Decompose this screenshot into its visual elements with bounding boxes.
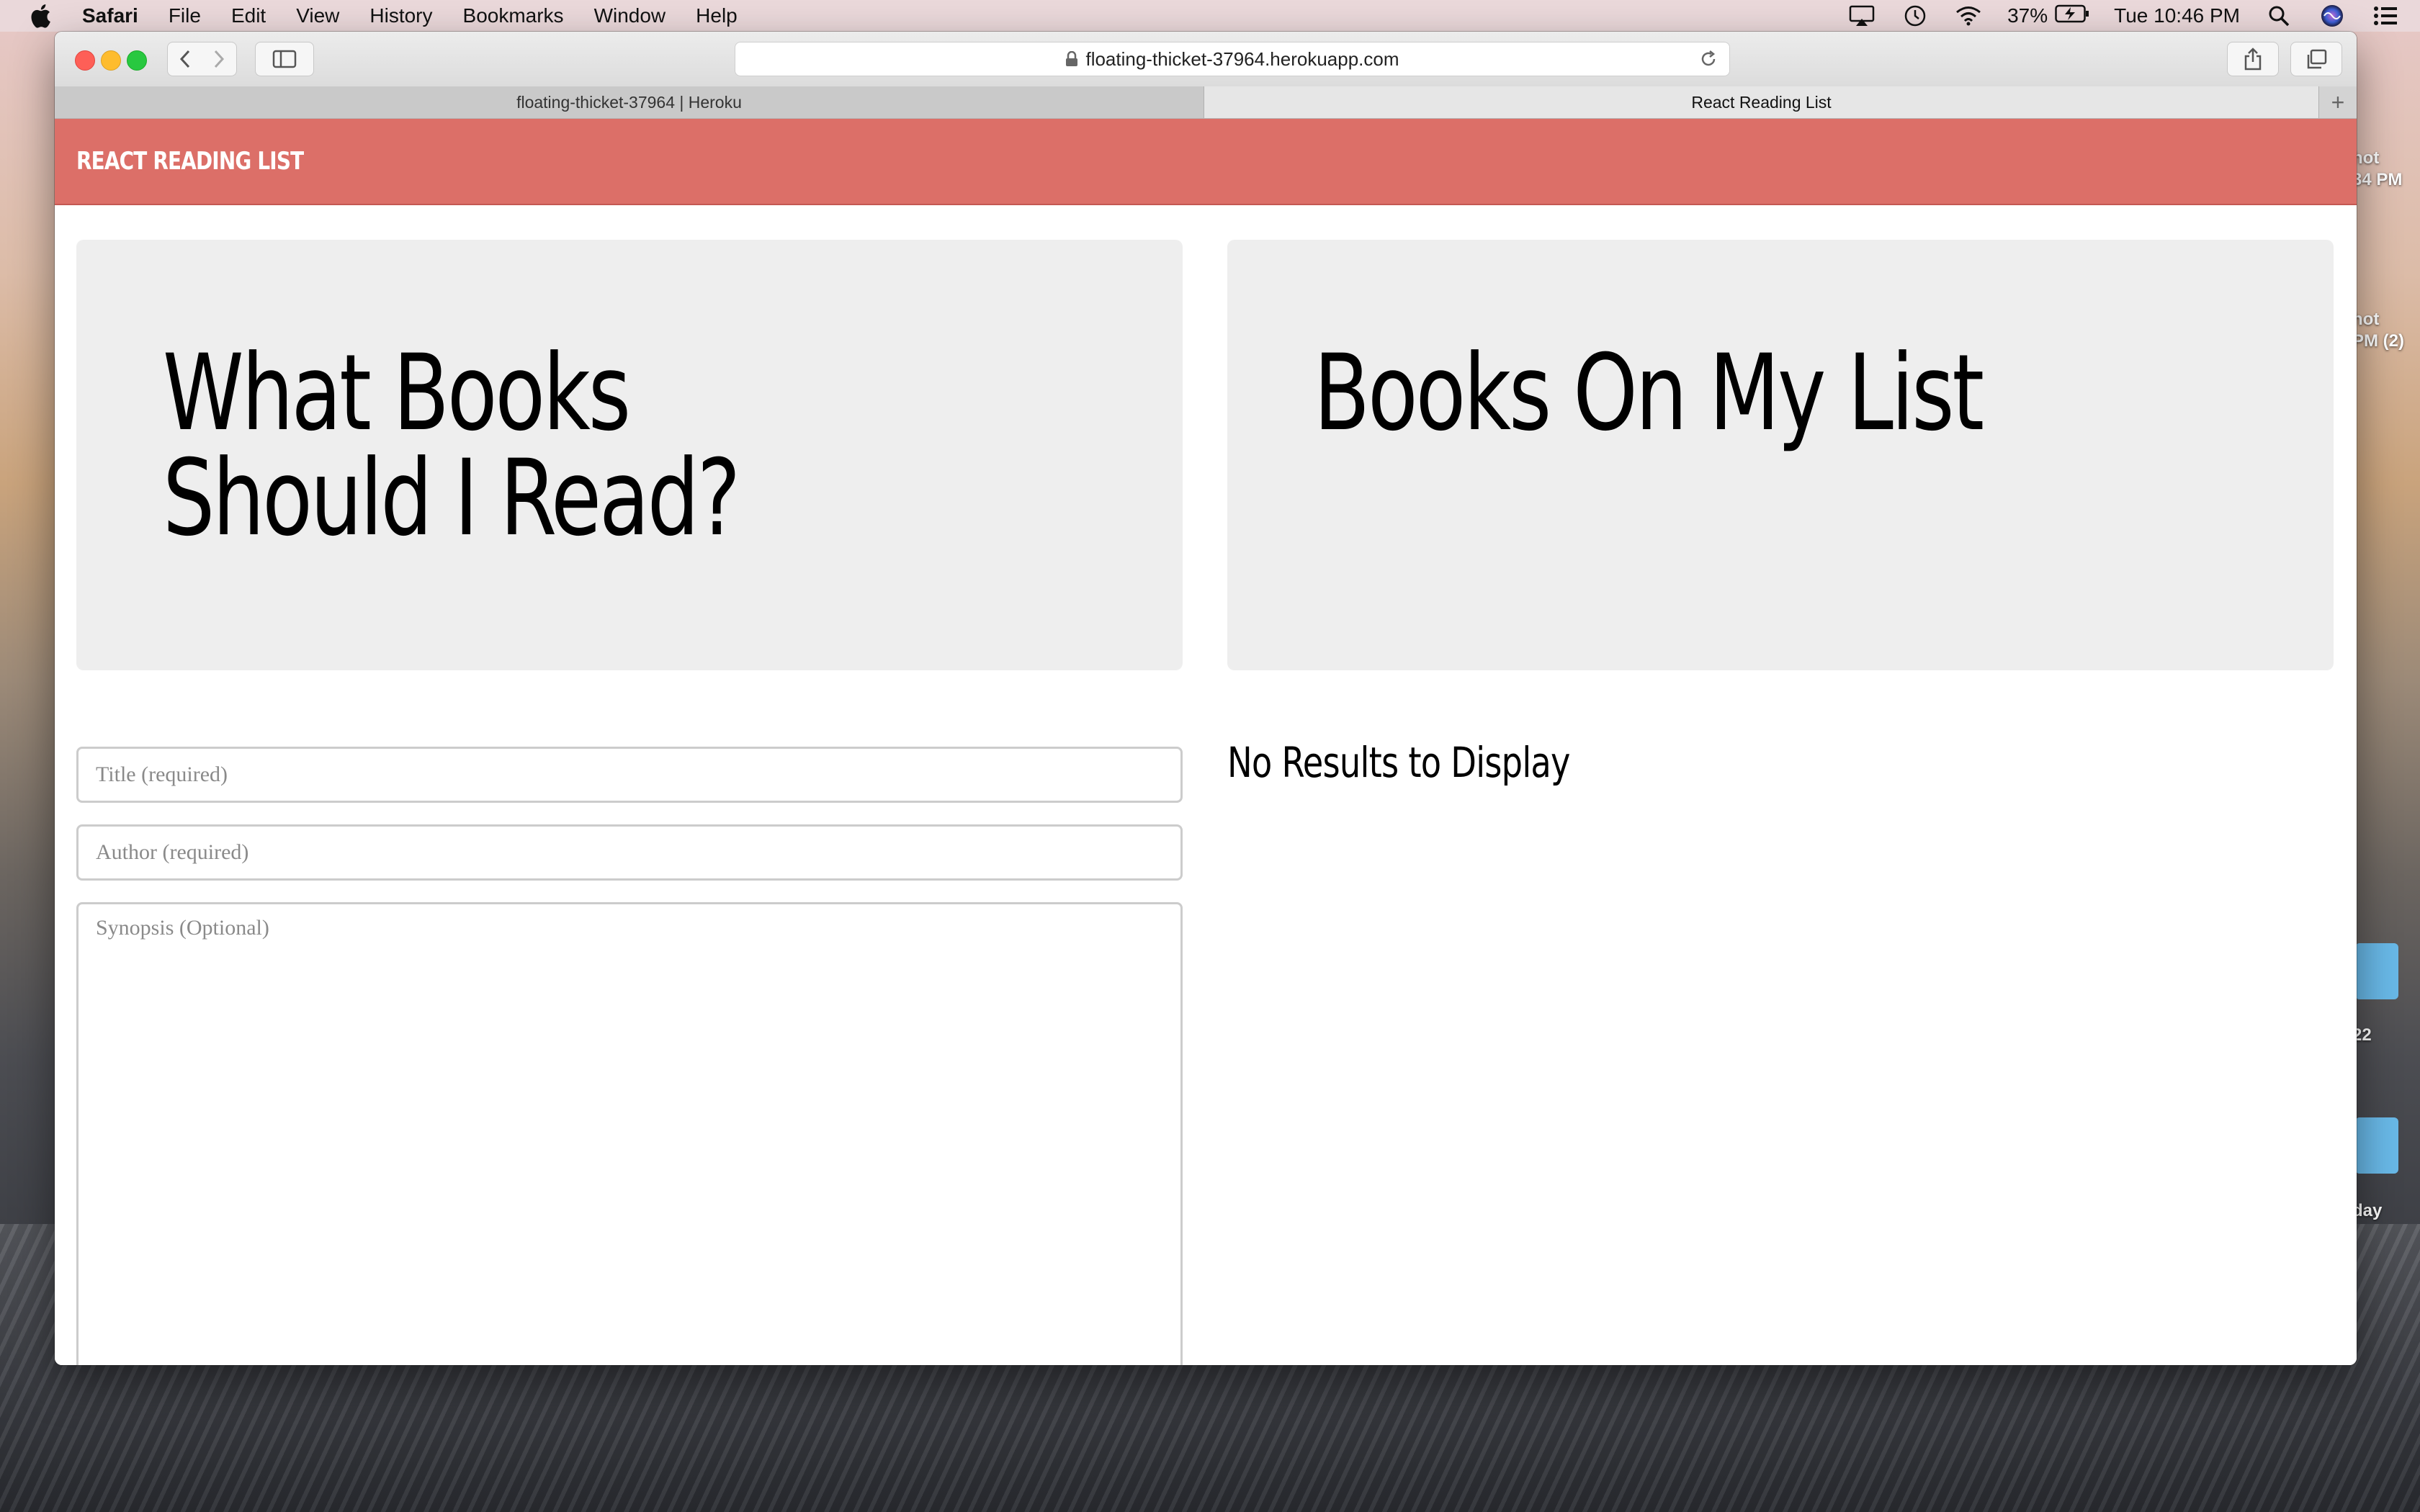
chevron-left-icon <box>179 50 190 68</box>
menu-view[interactable]: View <box>296 0 339 32</box>
tab-bar: floating-thicket-37964 | Heroku React Re… <box>55 86 2357 119</box>
menu-edit[interactable]: Edit <box>231 0 266 32</box>
battery-percent: 37% <box>2007 4 2048 27</box>
fullscreen-window-button[interactable] <box>127 50 147 71</box>
menu-window[interactable]: Window <box>594 0 666 32</box>
address-text: floating-thicket-37964.herokuapp.com <box>1085 48 1399 70</box>
title-input[interactable] <box>76 747 1183 803</box>
empty-list-message: No Results to Display <box>1227 738 1571 787</box>
chevron-right-icon <box>214 50 225 68</box>
app-brand[interactable]: REACT READING LIST <box>76 147 304 176</box>
share-icon <box>2244 48 2262 71</box>
tabs-overview-icon <box>2307 49 2327 69</box>
show-all-tabs-button[interactable] <box>2290 42 2342 76</box>
lock-icon <box>1065 51 1078 67</box>
menu-history[interactable]: History <box>369 0 432 32</box>
desktop-folder-icon[interactable] <box>2355 943 2398 999</box>
close-window-button[interactable] <box>75 50 95 71</box>
notification-center-icon[interactable] <box>2371 4 2400 28</box>
desktop-folder-icon[interactable] <box>2355 1117 2398 1174</box>
suggest-books-heading: What Books Should I Read? <box>163 332 740 559</box>
share-button[interactable] <box>2227 42 2279 76</box>
forward-button[interactable] <box>202 42 237 76</box>
plus-icon: + <box>2331 89 2345 115</box>
spotlight-search-icon[interactable] <box>2264 4 2293 28</box>
show-sidebar-button[interactable] <box>255 42 314 76</box>
tab-react-reading-list[interactable]: React Reading List <box>1204 86 2319 118</box>
apple-menu-icon[interactable] <box>26 1 55 30</box>
desktop-item-label: 34 PM <box>2352 170 2403 189</box>
airplay-icon[interactable] <box>1847 4 1876 28</box>
tab-label: floating-thicket-37964 | Heroku <box>516 92 742 112</box>
menu-help[interactable]: Help <box>696 0 738 32</box>
browser-toolbar: floating-thicket-37964.herokuapp.com <box>55 32 2357 87</box>
status-menu-area: 37% Tue 10:46 PM <box>1847 0 2400 32</box>
menu-bookmarks[interactable]: Bookmarks <box>463 0 564 32</box>
battery-charging-icon <box>2055 4 2089 28</box>
my-list-jumbotron: Books On My List <box>1227 240 2334 670</box>
desktop-item-label: day <box>2352 1201 2383 1220</box>
siri-icon[interactable] <box>2318 4 2347 28</box>
menu-clock[interactable]: Tue 10:46 PM <box>2114 4 2240 27</box>
minimize-window-button[interactable] <box>101 50 121 71</box>
desktop-item-label: PM (2) <box>2352 331 2404 351</box>
time-machine-icon[interactable] <box>1901 4 1930 28</box>
suggest-books-jumbotron: What Books Should I Read? <box>76 240 1183 670</box>
menu-file[interactable]: File <box>169 0 201 32</box>
synopsis-textarea[interactable] <box>76 902 1183 1365</box>
tab-label: React Reading List <box>1691 92 1832 112</box>
app-navbar: REACT READING LIST <box>55 119 2357 205</box>
wifi-icon[interactable] <box>1954 4 1983 28</box>
menu-bar: Safari File Edit View History Bookmarks … <box>0 0 2420 32</box>
sidebar-icon <box>272 50 297 68</box>
web-page: REACT READING LIST What Books Should I R… <box>55 119 2357 1365</box>
my-list-heading: Books On My List <box>1314 332 1984 454</box>
address-bar[interactable]: floating-thicket-37964.herokuapp.com <box>735 42 1730 76</box>
battery-status[interactable]: 37% <box>2007 4 2089 28</box>
reload-icon[interactable] <box>1698 48 1719 70</box>
author-input[interactable] <box>76 824 1183 881</box>
new-tab-button[interactable]: + <box>2318 86 2357 118</box>
tab-heroku[interactable]: floating-thicket-37964 | Heroku <box>55 86 1204 118</box>
safari-window: floating-thicket-37964.herokuapp.com flo… <box>55 32 2357 1365</box>
back-button[interactable] <box>167 42 203 76</box>
menu-app-safari[interactable]: Safari <box>82 0 138 32</box>
